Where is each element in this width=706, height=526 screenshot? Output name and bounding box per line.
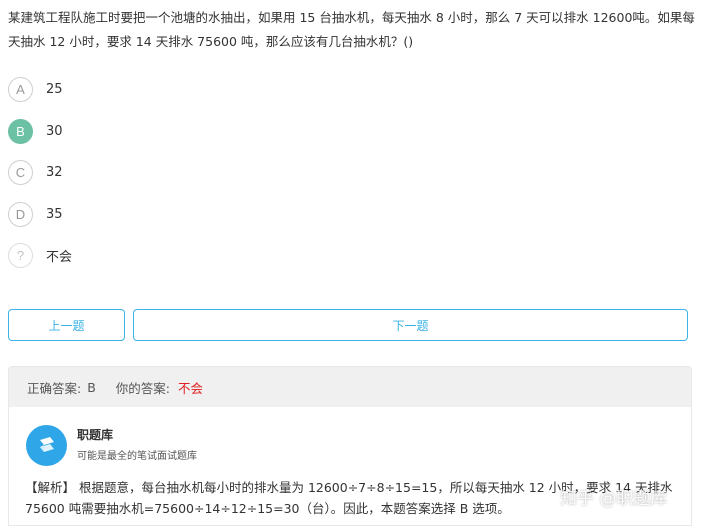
- source-tagline: 可能是最全的笔试面试题库: [77, 450, 197, 462]
- option-unknown[interactable]: ? 不会: [8, 242, 408, 269]
- option-b-badge: B: [8, 118, 33, 144]
- option-unknown-text: 不会: [46, 250, 73, 265]
- next-question-button[interactable]: 下一题: [133, 309, 688, 341]
- correct-answer-value: B: [87, 379, 96, 395]
- option-a-badge: A: [8, 77, 33, 102]
- option-c-badge: C: [8, 160, 33, 185]
- option-c[interactable]: C 32: [8, 159, 408, 186]
- option-b-text: 30: [46, 123, 63, 139]
- option-d[interactable]: D 35: [8, 201, 408, 228]
- source-block: 职题库 可能是最全的笔试面试题库: [26, 425, 197, 466]
- option-c-text: 32: [46, 165, 63, 180]
- option-a-text: 25: [46, 82, 63, 97]
- option-d-text: 35: [46, 206, 63, 222]
- option-b[interactable]: B 30: [8, 118, 408, 145]
- prev-question-button[interactable]: 上一题: [8, 309, 125, 341]
- option-a[interactable]: A 25: [8, 76, 408, 103]
- options-list: A 25 B 30 C 32 D 35 ? 不会: [8, 76, 408, 284]
- question-mark-icon: ?: [8, 243, 33, 268]
- source-name: 职题库: [77, 427, 114, 442]
- option-d-badge: D: [8, 201, 33, 227]
- answer-bar: 正确答案: B 你的答案: 不会: [9, 367, 691, 407]
- question-text: 某建筑工程队施工时要把一个池塘的水抽出，如果用 15 台抽水机，每天抽水 8 小…: [8, 10, 695, 49]
- source-logo-icon: [26, 425, 67, 466]
- your-answer-label: 你的答案:: [115, 380, 171, 396]
- watermark: 知乎 @职题库: [560, 489, 668, 509]
- your-answer-value: 不会: [178, 380, 204, 396]
- correct-answer-label: 正确答案:: [27, 380, 82, 396]
